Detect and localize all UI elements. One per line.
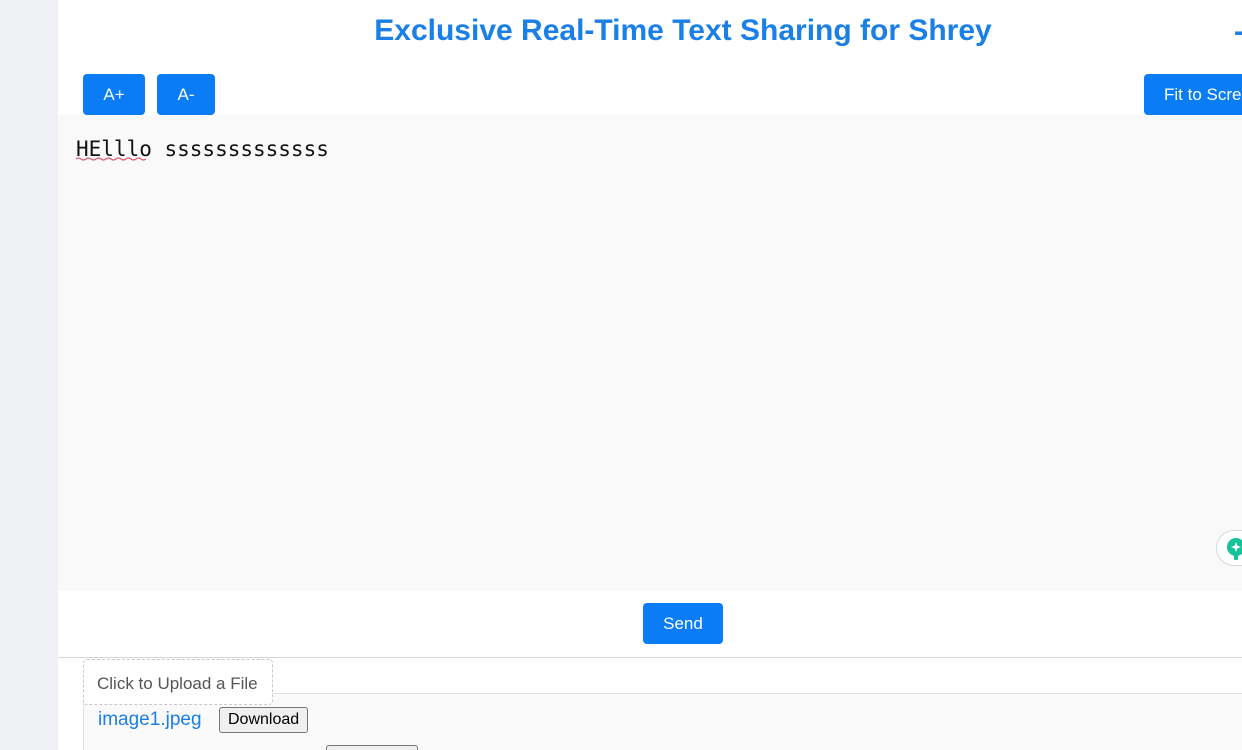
download-button[interactable]: Download xyxy=(219,707,309,733)
fit-to-screen-button[interactable]: Fit to Scre xyxy=(1144,74,1242,115)
grammar-assistant-icon xyxy=(1227,538,1242,560)
font-increase-button[interactable]: A+ xyxy=(83,74,145,115)
section-divider xyxy=(58,657,1242,658)
file-link[interactable]: image1.jpeg xyxy=(98,709,202,731)
send-button[interactable]: Send xyxy=(643,603,723,644)
page-title: Exclusive Real-Time Text Sharing for Shr… xyxy=(374,14,992,47)
font-decrease-button[interactable]: A- xyxy=(157,74,215,115)
shared-text-editor[interactable] xyxy=(58,115,1242,591)
file-upload-area[interactable]: Click to Upload a File xyxy=(83,659,273,705)
upload-label: Click to Upload a File xyxy=(97,674,258,693)
spellcheck-underline xyxy=(76,157,146,161)
main-panel: Exclusive Real-Time Text Sharing for Shr… xyxy=(58,0,1242,750)
file-action-button[interactable] xyxy=(326,745,418,750)
corner-mark[interactable]: - xyxy=(1234,14,1242,50)
